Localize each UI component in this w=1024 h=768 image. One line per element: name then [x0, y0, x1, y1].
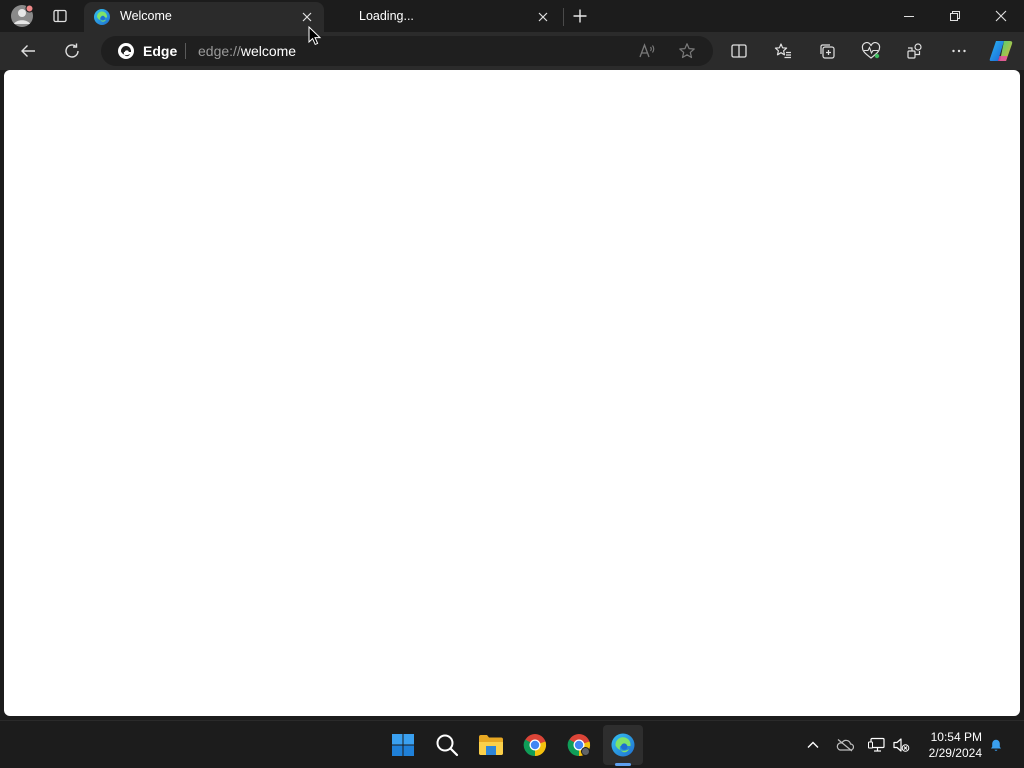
tab-actions-icon	[53, 9, 67, 23]
toolbar: Edge edge://welcome	[0, 32, 1024, 70]
plus-icon	[573, 9, 587, 23]
browser-essentials-button[interactable]	[855, 35, 887, 67]
tab-strip: Welcome Loading...	[0, 0, 1024, 32]
split-screen-icon	[731, 44, 747, 58]
close-icon	[302, 12, 312, 22]
start-button[interactable]	[383, 725, 423, 765]
file-explorer-button[interactable]	[471, 725, 511, 765]
close-icon	[538, 12, 548, 22]
refresh-button[interactable]	[56, 35, 88, 67]
url-text[interactable]: edge://welcome	[198, 43, 296, 59]
chrome-button[interactable]	[515, 725, 555, 765]
chevron-up-icon	[807, 741, 819, 748]
restore-button[interactable]	[932, 0, 978, 32]
edge-icon	[611, 733, 635, 757]
tab-close-button[interactable]	[534, 8, 552, 26]
read-aloud-button[interactable]	[637, 41, 657, 61]
volume-button[interactable]	[891, 735, 911, 755]
edge-taskbar-button[interactable]	[603, 725, 643, 765]
onedrive-icon	[836, 739, 854, 752]
tab-welcome[interactable]: Welcome	[84, 2, 324, 32]
edge-icon	[118, 43, 134, 59]
profile-avatar[interactable]	[10, 4, 34, 28]
favorite-button[interactable]	[677, 41, 697, 61]
show-hidden-icons-button[interactable]	[803, 735, 823, 755]
page-content	[4, 70, 1020, 716]
file-explorer-icon	[479, 735, 503, 755]
chrome-button-2[interactable]	[559, 725, 599, 765]
chrome-icon	[523, 734, 547, 757]
volume-muted-icon	[893, 738, 910, 752]
notifications-button[interactable]	[986, 735, 1006, 755]
browser-essentials-icon	[861, 42, 881, 59]
clock-date: 2/29/2024	[928, 746, 982, 760]
url-host: welcome	[240, 43, 297, 59]
network-button[interactable]	[867, 735, 887, 755]
active-app-indicator	[615, 763, 631, 766]
edge-icon	[94, 9, 110, 25]
clock-time: 10:54 PM	[930, 730, 982, 744]
more-icon	[952, 49, 966, 53]
new-tab-button[interactable]	[569, 5, 591, 27]
copilot-button[interactable]	[985, 35, 1017, 67]
more-button[interactable]	[943, 35, 975, 67]
notification-bell-icon	[991, 739, 1001, 751]
close-icon	[995, 10, 1007, 22]
tab-actions-button[interactable]	[48, 4, 72, 28]
site-identity-label: Edge	[143, 43, 178, 59]
search-button[interactable]	[427, 725, 467, 765]
start-icon	[392, 734, 414, 756]
extensions-icon	[907, 43, 922, 59]
tab-separator	[563, 8, 564, 26]
favorites-icon	[774, 43, 791, 59]
mouse-cursor-icon	[308, 26, 322, 46]
url-scheme: edge://	[198, 43, 241, 59]
chrome-icon	[567, 734, 591, 757]
tab-title: Welcome	[120, 9, 172, 23]
network-icon	[868, 737, 885, 752]
favorite-star-icon	[679, 43, 695, 59]
search-icon	[436, 734, 459, 757]
profile-icon	[11, 4, 34, 27]
back-button[interactable]	[12, 35, 44, 67]
refresh-icon	[65, 43, 79, 58]
minimize-icon	[904, 16, 914, 17]
address-divider	[185, 43, 186, 59]
onedrive-button[interactable]	[835, 735, 855, 755]
tab-loading[interactable]: Loading...	[324, 2, 560, 32]
split-screen-button[interactable]	[723, 35, 755, 67]
address-bar[interactable]: Edge edge://welcome	[101, 36, 713, 66]
taskbar: 10:54 PM 2/29/2024	[0, 720, 1024, 768]
system-clock[interactable]: 10:54 PM 2/29/2024	[918, 729, 982, 761]
collections-button[interactable]	[811, 35, 843, 67]
read-aloud-icon	[639, 43, 655, 58]
window-close-button[interactable]	[978, 0, 1024, 32]
tab-title: Loading...	[359, 9, 414, 23]
favorites-button[interactable]	[767, 35, 799, 67]
extensions-button[interactable]	[899, 35, 931, 67]
copilot-icon	[989, 41, 1013, 61]
minimize-button[interactable]	[886, 0, 932, 32]
restore-icon	[950, 11, 960, 21]
back-icon	[21, 45, 35, 57]
tab-close-button[interactable]	[298, 8, 316, 26]
collections-icon	[820, 44, 835, 59]
